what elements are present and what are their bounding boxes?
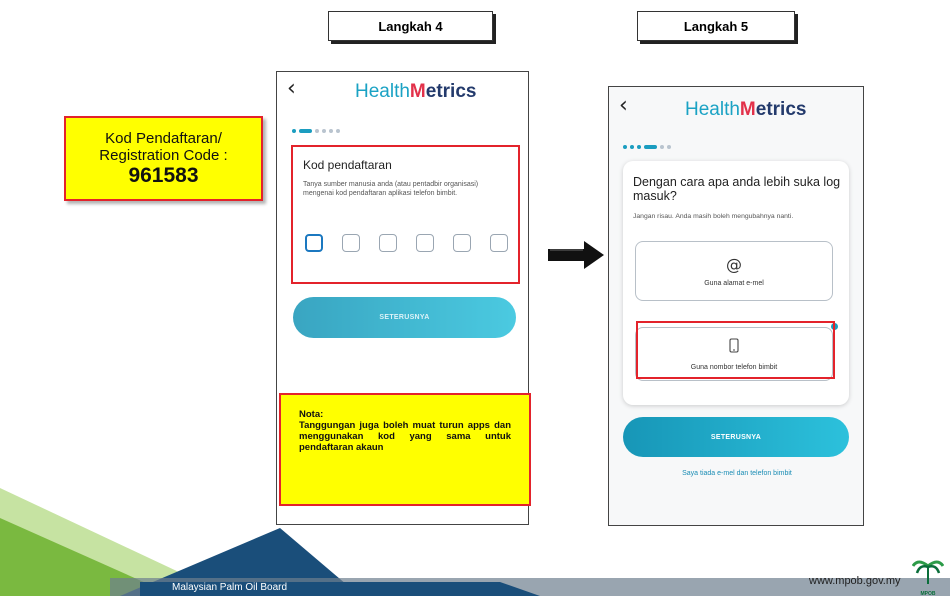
healthmetrics-logo: HealthMetrics [355, 81, 477, 102]
phone-screen-step5: ‹ HealthMetrics Dengan cara apa anda leb… [608, 86, 864, 526]
note-heading: Nota: [299, 409, 324, 420]
footer-decoration [0, 470, 950, 596]
login-hint: Jangan risau. Anda masih boleh mengubahn… [633, 213, 794, 220]
code-inputs [305, 234, 508, 252]
progress-dots [292, 129, 340, 133]
step-5-label: Langkah 5 [637, 11, 795, 41]
code-digit-input[interactable] [305, 234, 323, 252]
registration-code: 961583 [128, 163, 199, 187]
next-button[interactable]: SETERUSNYA [623, 417, 849, 457]
footer-website[interactable]: www.mpob.gov.my [809, 575, 901, 587]
footer-org-name: Malaysian Palm Oil Board [172, 582, 288, 593]
at-sign-icon: @ [726, 255, 742, 274]
step-4-label: Langkah 4 [328, 11, 493, 41]
healthmetrics-logo: HealthMetrics [685, 99, 807, 120]
palm-logo-icon: MPOB [911, 556, 945, 597]
section-title: Kod pendaftaran [303, 158, 392, 172]
registration-code-section: Kod pendaftaran Tanya sumber manusia and… [291, 145, 520, 284]
code-digit-input[interactable] [379, 234, 397, 252]
section-description: Tanya sumber manusia anda (atau pentadbi… [303, 181, 479, 197]
note-body: Tanggungan juga boleh muat turun apps da… [299, 420, 511, 453]
back-button[interactable]: ‹ [619, 93, 628, 118]
code-digit-input[interactable] [453, 234, 471, 252]
email-option-button[interactable]: @ Guna alamat e-mel [635, 241, 833, 301]
chevron-left-icon: ‹ [619, 93, 628, 118]
login-question: Dengan cara apa anda lebih suka log masu… [633, 175, 841, 203]
right-arrow-icon [548, 240, 606, 275]
registration-code-callout: Kod Pendaftaran/ Registration Code : 961… [64, 116, 263, 201]
next-button[interactable]: SETERUSNYA [293, 297, 516, 338]
callout-line1: Kod Pendaftaran/ [105, 129, 222, 147]
code-digit-input[interactable] [416, 234, 434, 252]
code-digit-input[interactable] [342, 234, 360, 252]
phone-option-highlight [636, 321, 835, 379]
back-button[interactable]: ‹ [287, 76, 296, 101]
email-option-label: Guna alamat e-mel [704, 280, 764, 287]
progress-dots [623, 145, 671, 149]
code-digit-input[interactable] [490, 234, 508, 252]
chevron-left-icon: ‹ [287, 76, 296, 101]
callout-line2: Registration Code : [99, 146, 228, 164]
